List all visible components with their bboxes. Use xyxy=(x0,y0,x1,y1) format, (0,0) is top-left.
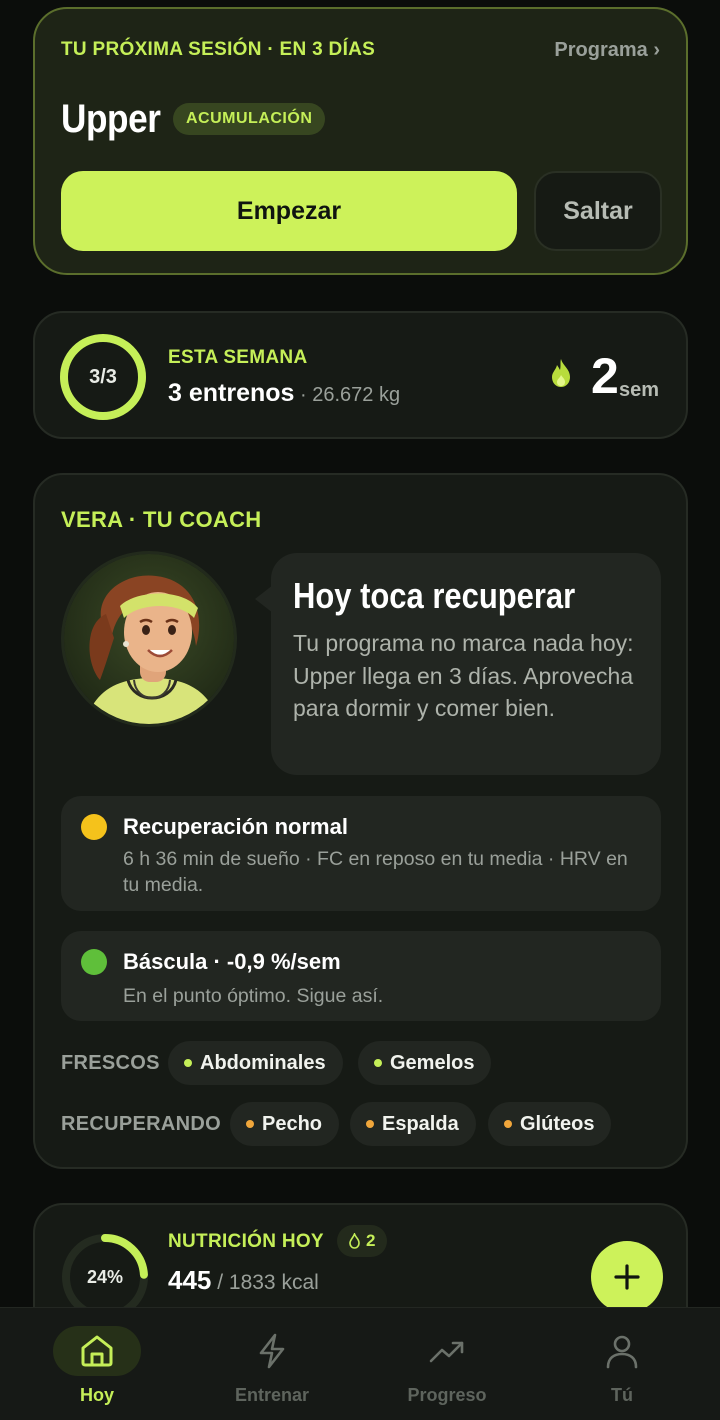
nutrition-kcal: 445 / 1833 kcal xyxy=(168,1265,319,1296)
nav-item-hoy[interactable]: Hoy xyxy=(34,1308,184,1420)
recovering-dot-icon xyxy=(504,1120,512,1128)
coach-headline: Hoy toca recuperar xyxy=(293,575,576,616)
recovery-dot-icon xyxy=(81,814,107,840)
streak-value: 2 xyxy=(591,348,619,404)
week-progress-text: 3/3 xyxy=(89,365,117,388)
nutrition-streak-badge: 2 xyxy=(337,1225,388,1257)
coach-label: VERA · TU COACH xyxy=(61,507,262,532)
nav-label: Tú xyxy=(611,1385,633,1405)
recovering-dot-icon xyxy=(246,1120,254,1128)
recovering-dot-icon xyxy=(366,1120,374,1128)
scale-detail: En el punto óptimo. Sigue así. xyxy=(123,985,384,1007)
flame-icon xyxy=(349,1233,360,1249)
nutrition-label: NUTRICIÓN HOY xyxy=(168,1231,324,1252)
fresh-dot-icon xyxy=(374,1059,382,1067)
chip-recovering: Pecho xyxy=(230,1102,340,1146)
recovery-detail: 6 h 36 min de sueño · FC en reposo en tu… xyxy=(123,848,628,896)
week-workouts-count: 3 entrenos xyxy=(168,379,295,407)
chip-fresh: Gemelos xyxy=(358,1041,492,1085)
session-title: Upper xyxy=(61,97,161,141)
next-session-label: TU PRÓXIMA SESIÓN · EN 3 DÍAS xyxy=(61,39,376,60)
next-session-card: TU PRÓXIMA SESIÓN · EN 3 DÍAS Programa ›… xyxy=(33,7,688,275)
kcal-goal: / 1833 kcal xyxy=(211,1271,319,1294)
nav-item-progreso[interactable]: Progreso xyxy=(384,1308,534,1420)
nav-label: Hoy xyxy=(79,1385,114,1405)
recovery-title: Recuperación normal xyxy=(123,814,348,839)
week-volume: · 26.672 kg xyxy=(294,384,401,406)
recovering-label: RECUPERANDO xyxy=(61,1113,221,1135)
nav-item-tu[interactable]: Tú xyxy=(559,1308,709,1420)
chip-recovering: Glúteos xyxy=(488,1102,612,1146)
week-workouts: 3 entrenos · 26.672 kg xyxy=(168,379,400,408)
muscle-name: Gemelos xyxy=(390,1051,475,1074)
coach-speech-bubble: Hoy toca recuperar Tu programa no marca … xyxy=(271,553,661,775)
muscle-name: Espalda xyxy=(382,1112,459,1135)
coach-avatar xyxy=(61,551,237,727)
lightning-icon xyxy=(259,1333,285,1369)
program-link[interactable]: Programa › xyxy=(554,39,660,62)
chip-recovering: Espalda xyxy=(350,1102,476,1146)
scale-title: Báscula · -0,9 %/sem xyxy=(123,949,341,974)
flame-icon xyxy=(552,359,570,387)
nav-item-entrenar[interactable]: Entrenar xyxy=(209,1308,359,1420)
streak-unit: sem xyxy=(619,379,660,401)
muscle-name: Glúteos xyxy=(520,1112,595,1135)
phase-badge: ACUMULACIÓN xyxy=(173,103,326,135)
home-icon xyxy=(81,1335,113,1367)
muscle-name: Pecho xyxy=(262,1112,323,1135)
add-food-button[interactable] xyxy=(591,1241,663,1313)
week-summary-card[interactable]: 3/3 ESTA SEMANA 3 entrenos · 26.672 kg 2… xyxy=(33,311,688,439)
coach-message: Tu programa no marca nada hoy: Upper lle… xyxy=(293,630,634,721)
fresh-label: FRESCOS xyxy=(61,1052,160,1074)
nutrition-badge-count: 2 xyxy=(366,1231,376,1250)
muscle-name: Abdominales xyxy=(200,1051,326,1074)
fresh-dot-icon xyxy=(184,1059,192,1067)
start-button[interactable]: Empezar xyxy=(61,171,517,251)
recovery-status: Recuperación normal 6 h 36 min de sueño … xyxy=(61,796,661,911)
scale-dot-icon xyxy=(81,949,107,975)
plus-icon xyxy=(614,1264,640,1290)
kcal-value: 445 xyxy=(168,1265,212,1295)
user-icon xyxy=(606,1335,638,1369)
coach-card: VERA · TU COACH Hoy toca recuperar Tu pr… xyxy=(33,473,688,1169)
bottom-navigation: Hoy Entrenar Progreso Tú xyxy=(0,1307,720,1420)
skip-button[interactable]: Saltar xyxy=(534,171,662,251)
chip-fresh: Abdominales xyxy=(168,1041,343,1085)
nav-label: Progreso xyxy=(407,1385,487,1405)
scale-status: Báscula · -0,9 %/sem En el punto óptimo.… xyxy=(61,931,661,1021)
trend-up-icon xyxy=(429,1341,464,1363)
week-label: ESTA SEMANA xyxy=(168,347,308,368)
nav-label: Entrenar xyxy=(234,1385,310,1405)
